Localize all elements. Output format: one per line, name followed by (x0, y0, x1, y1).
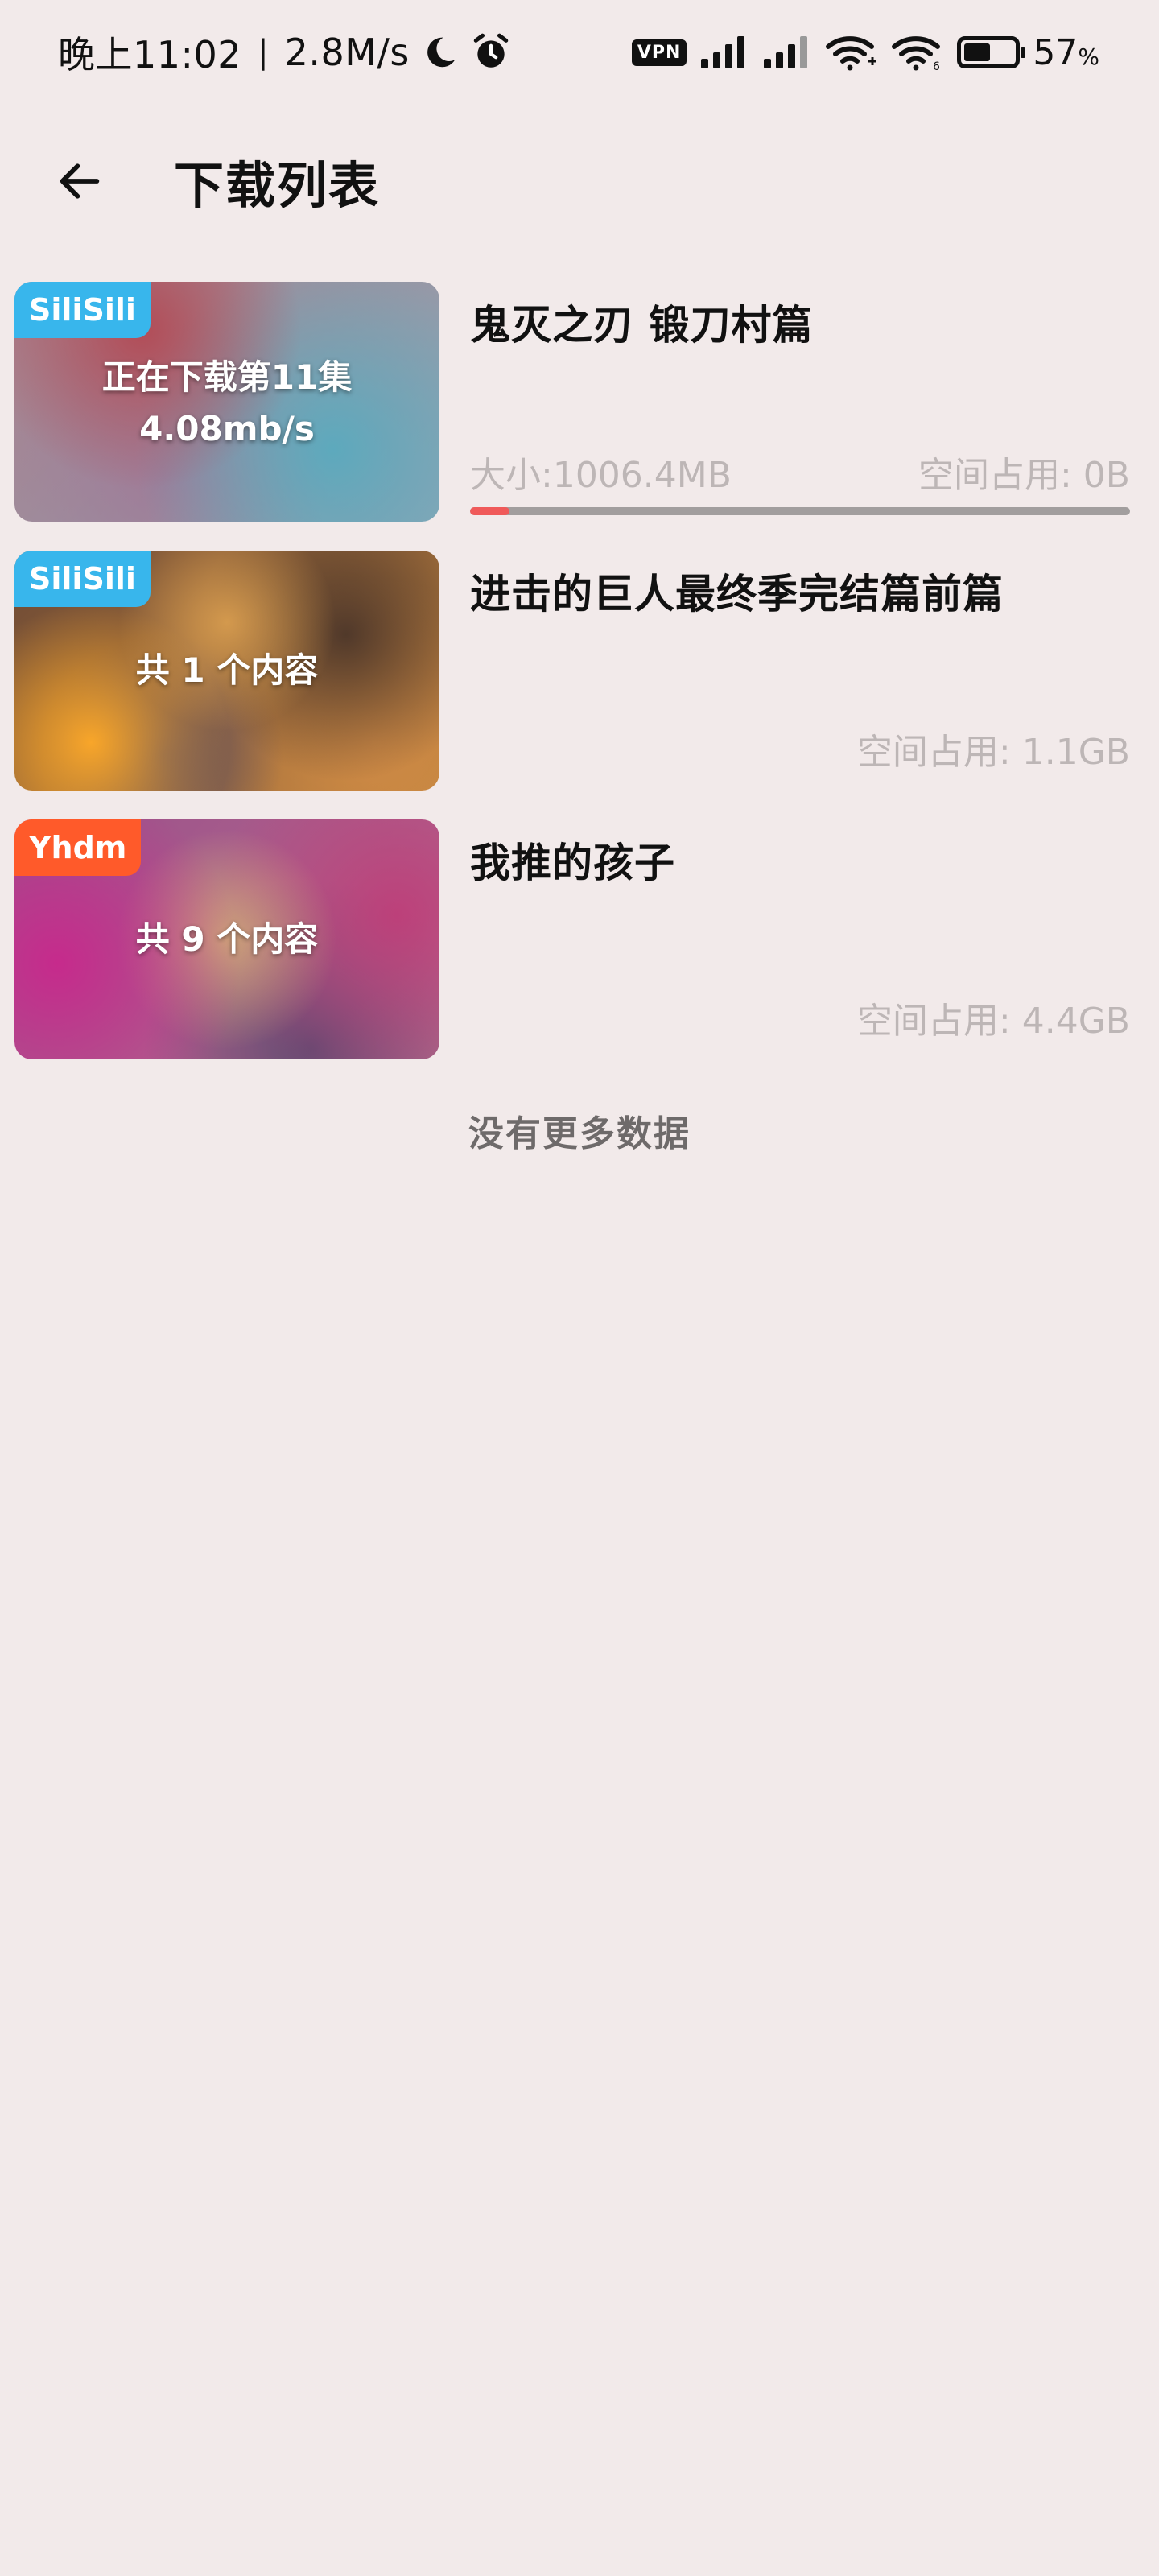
signal-icon (699, 35, 749, 70)
source-badge: SiliSili (14, 551, 151, 607)
wifi-icon (825, 34, 878, 71)
item-meta: 空间占用: 1.1GB (470, 723, 1130, 774)
status-bar: 晚上11:02 | 2.8M/s VPN 6 57% (0, 0, 1159, 105)
back-button[interactable] (35, 137, 124, 225)
signal-icon-2 (762, 35, 812, 70)
download-speed: 4.08mb/s (139, 409, 315, 448)
vpn-badge: VPN (631, 39, 687, 66)
item-space-used: 空间占用: 1.1GB (856, 732, 1130, 773)
status-right: VPN 6 57% (631, 31, 1099, 73)
item-info: 进击的巨人最终季完结篇前篇 空间占用: 1.1GB (470, 551, 1130, 791)
end-of-list-text: 没有更多数据 (468, 1113, 691, 1154)
download-progress-fill (470, 507, 510, 515)
item-info: 鬼灭之刃 锻刀村篇 大小:1006.4MB 空间占用: 0B (470, 282, 1130, 522)
app-header: 下载列表 (0, 129, 1159, 233)
page-title: 下载列表 (174, 156, 381, 215)
status-separator: | (258, 34, 269, 71)
source-badge: SiliSili (14, 282, 151, 338)
list-item[interactable]: 正在下载第11集 4.08mb/s SiliSili 鬼灭之刃 锻刀村篇 大小:… (0, 282, 1159, 522)
content-count: 共 9 个内容 (135, 919, 319, 959)
alarm-icon (471, 32, 511, 72)
content-count: 共 1 个内容 (135, 650, 319, 690)
moon-icon (423, 35, 458, 70)
list-item[interactable]: 共 9 个内容 Yhdm 我推的孩子 空间占用: 4.4GB (0, 819, 1159, 1059)
download-list: 正在下载第11集 4.08mb/s SiliSili 鬼灭之刃 锻刀村篇 大小:… (0, 282, 1159, 1088)
item-meta: 大小:1006.4MB 空间占用: 0B (470, 446, 1130, 497)
battery-percent: 57% (1033, 31, 1099, 73)
network-speed: 2.8M/s (284, 31, 410, 74)
item-title: 鬼灭之刃 锻刀村篇 (470, 302, 814, 349)
wifi-6-icon: 6 (891, 34, 944, 71)
item-title: 进击的巨人最终季完结篇前篇 (470, 571, 1004, 617)
thumbnail[interactable]: 正在下载第11集 4.08mb/s SiliSili (14, 282, 439, 522)
back-arrow-icon (60, 163, 100, 199)
status-time: 晚上11:02 (58, 33, 242, 76)
battery-icon (957, 36, 1026, 68)
item-space-used: 空间占用: 0B (918, 455, 1130, 496)
svg-text:6: 6 (933, 60, 940, 71)
item-space-used: 空间占用: 4.4GB (856, 1001, 1130, 1042)
status-left: 晚上11:02 | 2.8M/s (58, 26, 511, 79)
download-episode-status: 正在下载第11集 (101, 357, 353, 397)
thumbnail[interactable]: 共 1 个内容 SiliSili (14, 551, 439, 791)
item-title: 我推的孩子 (470, 840, 675, 886)
download-progress-bar (470, 507, 1130, 515)
source-badge: Yhdm (14, 819, 142, 876)
item-info: 我推的孩子 空间占用: 4.4GB (470, 819, 1130, 1059)
thumbnail[interactable]: 共 9 个内容 Yhdm (14, 819, 439, 1059)
item-size: 大小:1006.4MB (470, 455, 732, 496)
list-item[interactable]: 共 1 个内容 SiliSili 进击的巨人最终季完结篇前篇 空间占用: 1.1… (0, 551, 1159, 791)
item-meta: 空间占用: 4.4GB (470, 992, 1130, 1043)
